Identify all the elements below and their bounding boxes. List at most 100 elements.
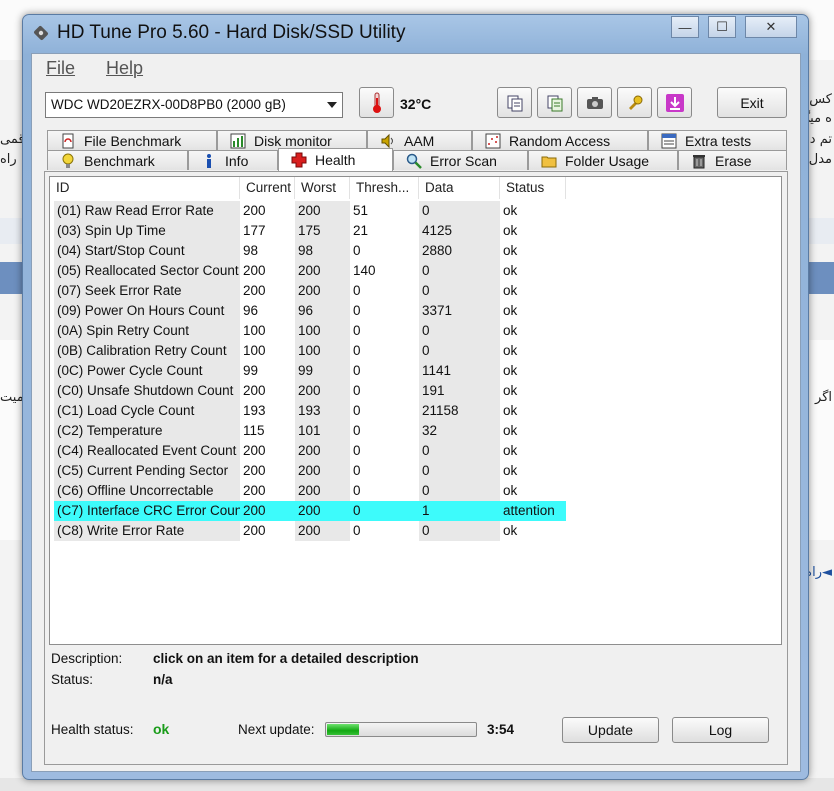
list-header: ID Current Worst Thresh... Data Status [50,177,781,199]
tab-label: Benchmark [84,152,155,169]
cell-id: (C8) Write Error Rate [54,521,240,541]
drive-select[interactable]: WDC WD20EZRX-00D8PB0 (2000 gB) [45,92,343,118]
cell-worst: 96 [295,301,350,321]
drive-select-value: WDC WD20EZRX-00D8PB0 (2000 gB) [51,97,286,112]
hd-tune-icon [34,26,48,40]
status-label: Status: [51,672,94,687]
minimize-icon: — [678,19,692,35]
cell-id: (C5) Current Pending Sector [54,461,240,481]
tab-strip: File Benchmark Disk monitor AAM Random A… [47,130,787,172]
cell-threshold: 0 [353,423,361,438]
background-link[interactable]: ◄راه [805,565,832,580]
copy-all-button[interactable] [537,87,572,118]
cell-id: (05) Reallocated Sector Count [54,261,240,281]
update-button[interactable]: Update [562,717,659,743]
thermometer-icon [372,92,381,113]
tab-file-benchmark[interactable]: File Benchmark [47,130,217,150]
tab-erase[interactable]: Erase [678,150,787,170]
screenshot-button[interactable] [577,87,612,118]
smart-attribute-list[interactable]: ID Current Worst Thresh... Data Status (… [49,176,782,645]
cell-worst: 100 [295,321,350,341]
column-header-data[interactable]: Data [419,177,500,199]
tab-label: Erase [715,152,752,169]
temperature-value: 32°C [400,96,432,112]
background-text: قمی [0,132,25,147]
cell-id: (C1) Load Cycle Count [54,401,240,421]
health-status-label: Health status: [51,722,134,737]
cell-status: ok [503,203,518,218]
column-header-id[interactable]: ID [50,177,240,199]
cell-worst: 99 [295,361,350,381]
cell-worst: 101 [295,421,350,441]
menu-file[interactable]: File [46,58,75,79]
copy-icon [507,95,522,111]
options-button[interactable] [617,87,652,118]
description-label: Description: [51,651,123,666]
cell-data: 0 [419,461,500,481]
maximize-icon: ☐ [716,19,728,34]
cell-data: 0 [419,281,500,301]
tab-random-access[interactable]: Random Access [472,130,648,150]
log-button[interactable]: Log [672,717,769,743]
cell-id: (C4) Reallocated Event Count [54,441,240,461]
window-title: HD Tune Pro 5.60 - Hard Disk/SSD Utility [57,22,406,43]
column-header-status[interactable]: Status [500,177,566,199]
tab-disk-monitor[interactable]: Disk monitor [217,130,367,150]
cell-worst: 200 [295,441,350,461]
tab-error-scan[interactable]: Error Scan [393,150,528,170]
cell-status: ok [503,403,518,418]
cell-data: 0 [419,521,500,541]
temperature-button[interactable] [359,87,394,118]
cell-worst: 200 [295,261,350,281]
cell-status: ok [503,383,518,398]
column-header-threshold[interactable]: Thresh... [350,177,419,199]
tab-label: Info [225,152,249,169]
cell-status: ok [503,343,518,358]
cell-threshold: 0 [353,383,361,398]
countdown-value: 3:54 [487,722,515,737]
cell-status: ok [503,483,518,498]
health-status-value: ok [153,721,170,737]
copy-info-button[interactable] [497,87,532,118]
column-header-current[interactable]: Current [240,177,295,199]
exit-button[interactable]: Exit [717,87,787,118]
tab-folder-usage[interactable]: Folder Usage [528,150,678,170]
cell-current: 96 [243,303,259,318]
random-access-icon [485,133,501,148]
background-text: کس [809,92,832,107]
menu-bar: File Help [32,54,800,80]
tools-icon [628,95,642,110]
cell-threshold: 0 [350,501,419,521]
cell-id: (0C) Power Cycle Count [54,361,240,381]
menu-help[interactable]: Help [106,58,143,79]
cell-status: ok [503,303,518,318]
cell-current: 200 [243,483,266,498]
cell-worst: 200 [295,521,350,541]
cell-id: (03) Spin Up Time [54,221,240,241]
maximize-button[interactable]: ☐ [708,16,736,38]
trash-icon [693,154,705,168]
title-bar[interactable]: HD Tune Pro 5.60 - Hard Disk/SSD Utility… [23,15,808,51]
cell-data: 21158 [419,401,500,421]
tab-aam[interactable]: AAM [367,130,472,150]
cell-current: 99 [243,363,259,378]
column-header-worst[interactable]: Worst [295,177,350,199]
cell-current: 200 [243,383,266,398]
cell-data: 1141 [419,361,500,381]
tab-health[interactable]: Health [278,148,393,171]
tab-extra-tests[interactable]: Extra tests [648,130,787,150]
cell-status: ok [503,223,518,238]
cell-id: (01) Raw Read Error Rate [54,201,240,221]
tab-benchmark[interactable]: Benchmark [47,150,188,170]
cell-id: (09) Power On Hours Count [54,301,240,321]
close-button[interactable]: ✕ [745,16,797,38]
cell-data: 3371 [419,301,500,321]
save-button[interactable] [657,87,692,118]
cell-status: attention [500,501,566,521]
cell-id: (07) Seek Error Rate [54,281,240,301]
cell-worst: 175 [295,221,350,241]
cell-id: (C0) Unsafe Shutdown Count [54,381,240,401]
minimize-button[interactable]: — [671,16,699,38]
dropdown-arrow-icon [327,102,337,108]
tab-info[interactable]: Info [188,150,278,170]
